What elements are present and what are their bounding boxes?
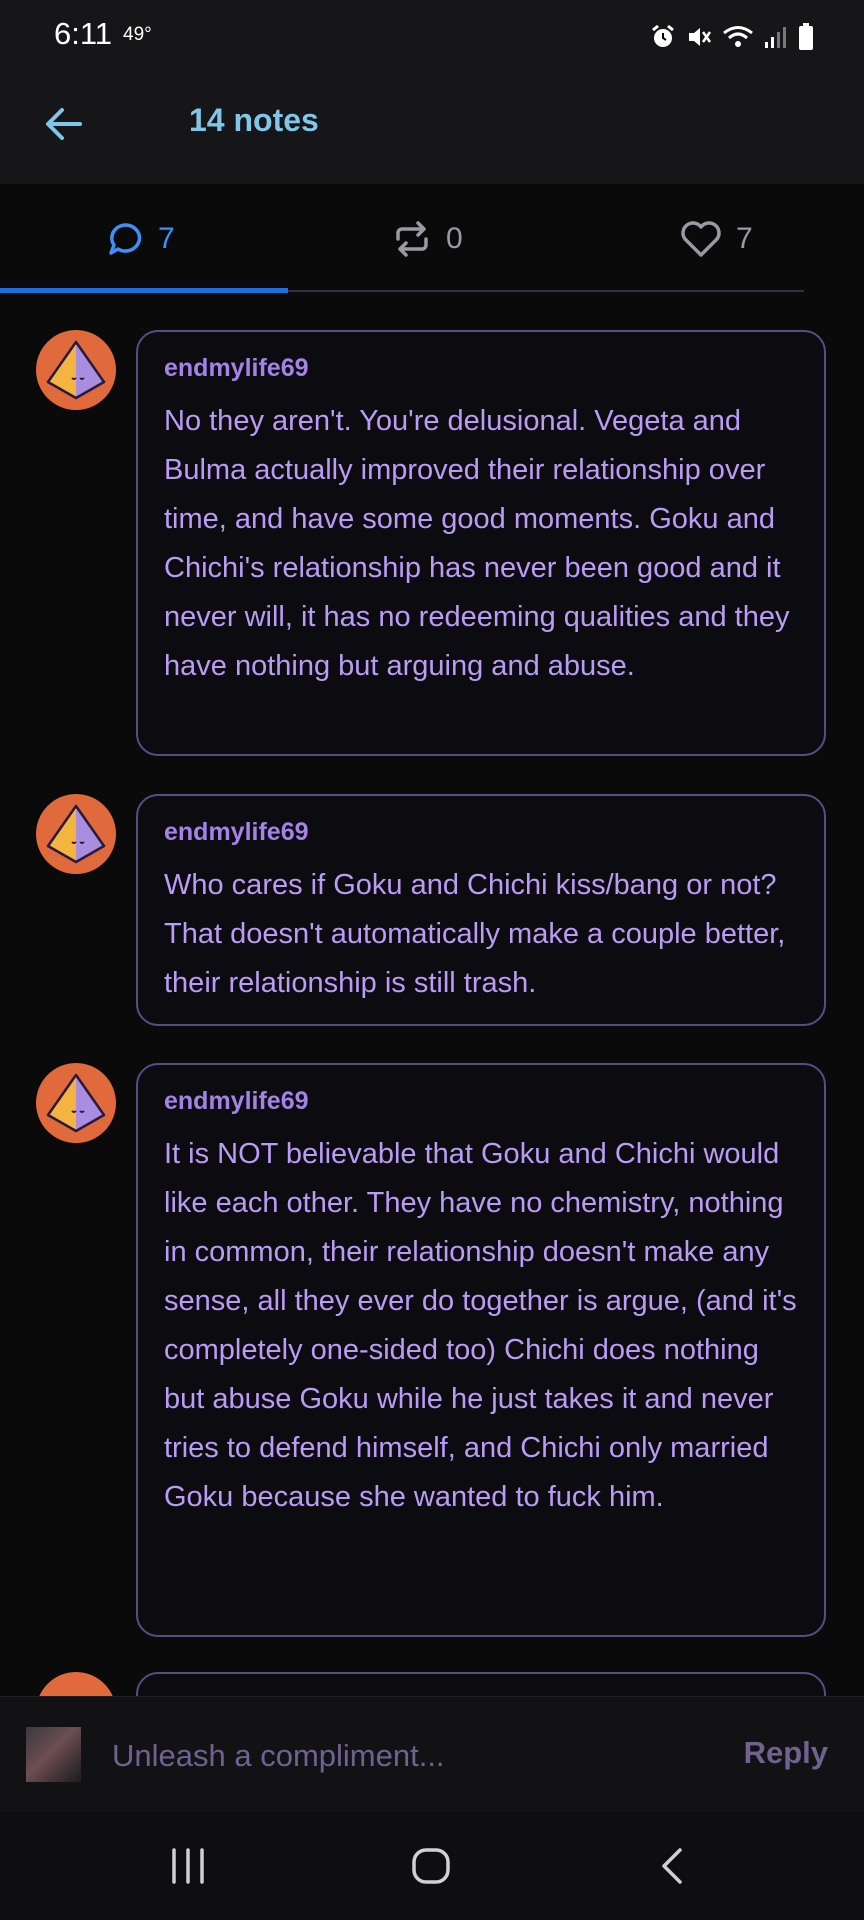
status-bar: 6:11 49°: [0, 0, 864, 74]
alarm-icon: [652, 24, 674, 47]
mute-icon: [689, 28, 712, 46]
note-author[interactable]: endmylife69: [164, 1087, 800, 1116]
tab-replies-count: 7: [158, 222, 175, 255]
reblog-icon: [396, 221, 428, 257]
reply-button[interactable]: Reply: [744, 1735, 828, 1771]
note-author[interactable]: endmylife69: [164, 354, 800, 383]
avatar[interactable]: [36, 1063, 116, 1143]
back-button[interactable]: [40, 100, 88, 148]
home-button[interactable]: [402, 1842, 462, 1890]
signal-icon: [765, 27, 786, 48]
active-tab-indicator: [0, 288, 288, 293]
avatar[interactable]: [36, 1672, 116, 1696]
pyramid-avatar-icon: [46, 804, 106, 864]
tab-likes[interactable]: 7: [680, 214, 753, 264]
note-bubble: endmylife69 Who cares if Goku and Chichi…: [136, 794, 826, 1026]
note-text: No they aren't. You're delusional. Veget…: [164, 405, 790, 682]
tab-replies[interactable]: 7: [108, 214, 175, 264]
notes-tabs: 7 0 7: [0, 184, 864, 294]
note-bubble: endmylife69 No they aren't. You're delus…: [136, 330, 826, 756]
note-item-partial: [0, 1672, 864, 1696]
recent-apps-button[interactable]: [158, 1842, 218, 1890]
system-nav-bar: [0, 1812, 864, 1920]
user-avatar: [26, 1727, 81, 1782]
avatar[interactable]: [36, 330, 116, 410]
note-text: It is NOT believable that Goku and Chich…: [164, 1138, 797, 1513]
wifi-icon: [723, 26, 753, 47]
reply-input[interactable]: [110, 1725, 674, 1787]
back-nav-button[interactable]: [644, 1842, 704, 1890]
chevron-left-icon: [662, 1848, 682, 1884]
tab-divider: [288, 290, 804, 292]
tab-reblogs[interactable]: 0: [392, 214, 463, 264]
recent-apps-icon: [172, 1848, 204, 1884]
status-icons: [650, 20, 814, 54]
page-title: 14 notes: [189, 102, 319, 138]
avatar[interactable]: [36, 794, 116, 874]
status-temperature: 49°: [123, 24, 152, 45]
status-time: 6:11: [54, 16, 113, 51]
note-bubble: endmylife69 It is NOT believable that Go…: [136, 1063, 826, 1637]
pyramid-avatar-icon: [46, 340, 106, 400]
tab-reblogs-count: 0: [446, 222, 463, 255]
tab-likes-count: 7: [736, 222, 753, 255]
pyramid-avatar-icon: [46, 1073, 106, 1133]
arrow-left-icon: [46, 108, 82, 140]
reply-bar: Reply: [0, 1696, 864, 1813]
app-header: 14 notes: [0, 74, 864, 184]
note-author[interactable]: endmylife69: [164, 818, 800, 847]
note-bubble: [136, 1672, 826, 1696]
speech-bubble-icon: [109, 223, 142, 255]
note-text: Who cares if Goku and Chichi kiss/bang o…: [164, 869, 786, 999]
heart-icon: [681, 221, 721, 257]
battery-icon: [799, 23, 813, 50]
home-icon: [412, 1848, 450, 1884]
